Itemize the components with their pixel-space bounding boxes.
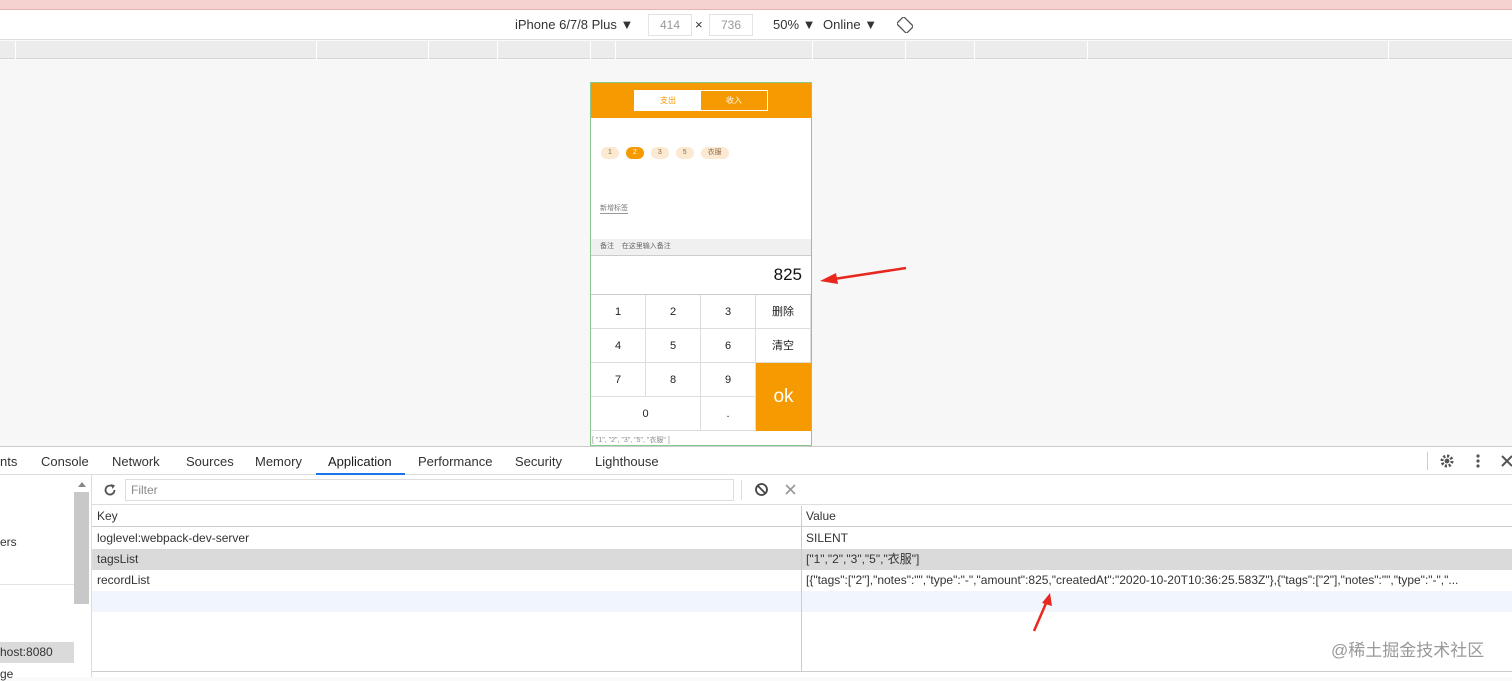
phone-screen: 支出 收入 1 2 3 5 衣服 新增标签 备注 在这里输入备注 825 1 2… <box>590 82 812 446</box>
notes-field[interactable]: 备注 在这里输入备注 <box>591 239 811 255</box>
scroll-up-icon[interactable] <box>78 481 86 487</box>
tag-list: 1 2 3 5 衣服 <box>601 147 729 159</box>
tab-elements[interactable]: nts <box>0 454 17 469</box>
height-input[interactable]: 736 <box>709 14 753 36</box>
tab-security[interactable]: Security <box>515 454 562 469</box>
key-6[interactable]: 6 <box>701 329 756 363</box>
tab-network[interactable]: Network <box>112 454 160 469</box>
table-header: Key Value <box>92 506 1512 527</box>
media-query-ruler <box>0 41 1512 59</box>
tab-console[interactable]: Console <box>41 454 89 469</box>
gear-icon[interactable] <box>1439 453 1455 469</box>
table-row-empty <box>92 591 1512 612</box>
row-key: tagsList <box>97 552 139 566</box>
key-7[interactable]: 7 <box>591 363 646 397</box>
key-delete[interactable]: 删除 <box>756 295 811 329</box>
close-icon[interactable] <box>1500 454 1512 468</box>
devtools-tab-bar: nts Console Network Sources Memory Appli… <box>0 446 1512 475</box>
type-switch: 支出 收入 <box>634 90 768 111</box>
storage-toolbar: Filter <box>92 475 1512 505</box>
number-pad: 1 2 3 删除 4 5 6 清空 7 8 9 ok 0 . <box>591 295 811 435</box>
tab-lighthouse[interactable]: Lighthouse <box>595 454 659 469</box>
sidebar-item-localhost[interactable]: host:8080 <box>0 642 74 663</box>
key-9[interactable]: 9 <box>701 363 756 397</box>
tag-item-selected[interactable]: 2 <box>625 147 644 159</box>
row-value: ["1","2","3","5","衣服"] <box>806 552 920 566</box>
new-tag-button[interactable]: 新增标签 <box>600 203 628 214</box>
table-row[interactable]: recordList [{"tags":["2"],"notes":"","ty… <box>92 570 1512 591</box>
row-key: loglevel:webpack-dev-server <box>97 531 250 545</box>
notes-placeholder: 在这里输入备注 <box>621 243 671 250</box>
device-toolbar: iPhone 6/7/8 Plus ▼ 414 × 736 50% ▼ Onli… <box>0 10 1512 40</box>
row-key: recordList <box>97 573 150 587</box>
tag-item[interactable]: 3 <box>650 147 669 159</box>
annotation-arrow-icon <box>820 266 907 284</box>
zoom-select[interactable]: 50% ▼ <box>773 17 816 32</box>
row-value: SILENT <box>806 531 849 545</box>
amount-output: 825 <box>591 255 811 295</box>
toolbar-divider <box>741 480 742 500</box>
key-dot[interactable]: . <box>701 397 756 431</box>
key-clear[interactable]: 清空 <box>756 329 811 363</box>
header-value: Value <box>806 509 836 523</box>
key-1[interactable]: 1 <box>591 295 646 329</box>
filter-input[interactable]: Filter <box>125 479 734 501</box>
key-3[interactable]: 3 <box>701 295 756 329</box>
sidebar-item[interactable]: ers <box>0 535 17 549</box>
more-options-icon[interactable] <box>1475 453 1481 469</box>
sidebar-divider <box>0 584 74 585</box>
annotation-arrow-icon <box>1032 593 1052 632</box>
tag-item[interactable]: 5 <box>675 147 694 159</box>
sidebar-scrollbar[interactable] <box>74 492 89 604</box>
column-divider <box>801 506 802 671</box>
key-4[interactable]: 4 <box>591 329 646 363</box>
key-8[interactable]: 8 <box>646 363 701 397</box>
tab-sources[interactable]: Sources <box>186 454 234 469</box>
delete-selected-icon[interactable] <box>785 484 796 495</box>
key-0[interactable]: 0 <box>591 397 701 431</box>
sidebar-item[interactable]: ge <box>0 667 13 681</box>
clear-all-icon[interactable] <box>754 482 769 497</box>
table-row-selected[interactable]: tagsList ["1","2","3","5","衣服"] <box>92 549 1512 570</box>
browser-top-strip <box>0 0 1512 10</box>
header-key: Key <box>97 509 118 523</box>
tab-bar-divider <box>1427 452 1428 470</box>
tab-expense[interactable]: 支出 <box>635 91 701 110</box>
rotate-icon[interactable] <box>897 17 913 33</box>
network-select[interactable]: Online ▼ <box>823 17 877 32</box>
debug-output: [ "1", "2", "3", "5", "衣服" ] <box>592 437 670 444</box>
tag-item[interactable]: 衣服 <box>700 147 729 159</box>
key-5[interactable]: 5 <box>646 329 701 363</box>
tab-performance[interactable]: Performance <box>418 454 492 469</box>
device-viewport: 支出 收入 1 2 3 5 衣服 新增标签 备注 在这里输入备注 825 1 2… <box>0 60 1512 446</box>
width-input[interactable]: 414 <box>648 14 692 36</box>
tag-item[interactable]: 1 <box>601 147 619 159</box>
tab-memory[interactable]: Memory <box>255 454 302 469</box>
notes-label: 备注 <box>600 243 614 250</box>
storage-panel: Filter Key Value loglevel:webpack-dev-se… <box>92 475 1512 677</box>
row-value: [{"tags":["2"],"notes":"","type":"-","am… <box>806 573 1459 587</box>
refresh-icon[interactable] <box>103 483 117 497</box>
key-2[interactable]: 2 <box>646 295 701 329</box>
key-ok[interactable]: ok <box>756 363 811 431</box>
dimension-separator: × <box>695 17 703 32</box>
watermark-text: @稀土掘金技术社区 <box>1331 641 1485 660</box>
tab-income[interactable]: 收入 <box>701 91 767 110</box>
table-row[interactable]: loglevel:webpack-dev-server SILENT <box>92 528 1512 549</box>
type-header: 支出 收入 <box>591 83 811 118</box>
device-select[interactable]: iPhone 6/7/8 Plus ▼ <box>515 17 633 32</box>
application-sidebar: ers host:8080 ge <box>0 475 92 681</box>
panel-bottom-border <box>92 671 1512 672</box>
tab-application[interactable]: Application <box>328 454 392 469</box>
